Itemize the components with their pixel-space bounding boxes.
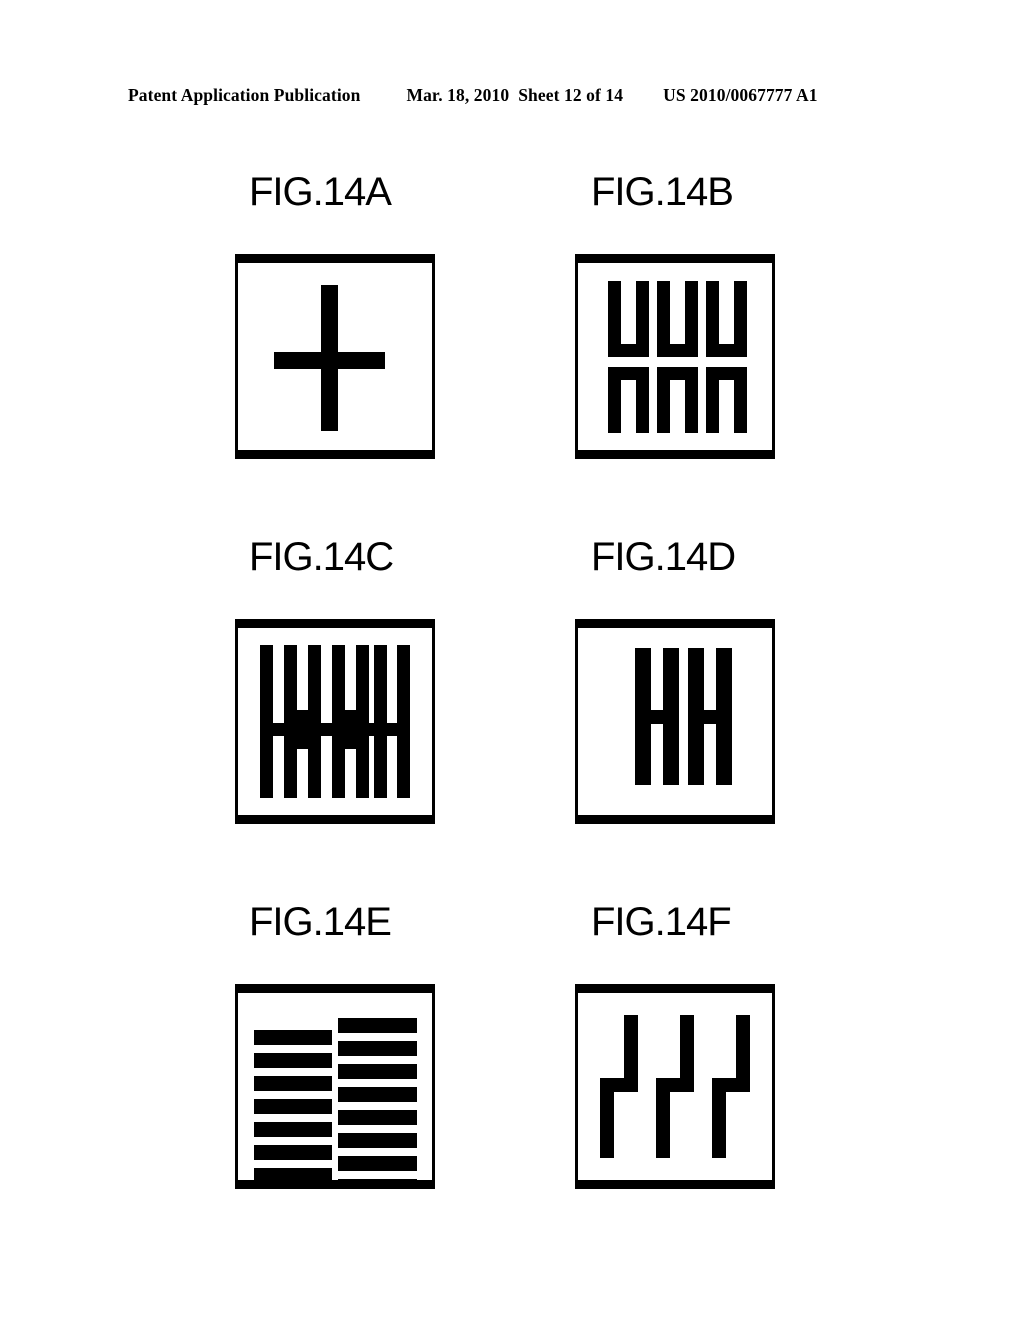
figure-14d-label: FIG.14D — [591, 535, 736, 579]
figure-14f: FIG.14F — [575, 900, 815, 1189]
figure-14f-frame — [575, 984, 775, 1189]
figure-14e-pattern — [238, 993, 432, 1180]
figure-14a: FIG.14A — [235, 170, 475, 459]
figure-14c-frame — [235, 619, 435, 824]
figure-14e: FIG.14E — [235, 900, 475, 1189]
figure-14b-frame — [575, 254, 775, 459]
figure-14c: FIG.14C — [235, 535, 475, 824]
figure-14d-frame — [575, 619, 775, 824]
figure-14a-frame — [235, 254, 435, 459]
figure-14b-pattern — [578, 263, 772, 450]
figure-14c-pattern — [238, 628, 432, 815]
header-sheet-number: Sheet 12 of 14 — [518, 85, 624, 105]
figure-14a-label: FIG.14A — [249, 170, 392, 214]
header-date: Mar. 18, 2010 — [406, 85, 510, 105]
figure-14f-pattern — [578, 993, 772, 1180]
header-publication-label: Patent Application Publication — [128, 85, 361, 105]
figure-14d-pattern — [578, 628, 772, 815]
figure-14e-label: FIG.14E — [249, 900, 392, 944]
figure-14e-frame — [235, 984, 435, 1189]
figure-14b: FIG.14B — [575, 170, 815, 459]
figure-14c-label: FIG.14C — [249, 535, 394, 579]
figure-14b-label: FIG.14B — [591, 170, 734, 214]
figure-14a-pattern — [238, 263, 432, 450]
header-publication-number: US 2010/0067777 A1 — [663, 85, 818, 105]
page-header: Patent Application Publication Mar. 18, … — [128, 85, 896, 111]
figure-14d: FIG.14D — [575, 535, 815, 824]
figure-grid: FIG.14A FIG.14B FIG.14C FIG.14D FIG.14E … — [0, 170, 1024, 1240]
figure-14f-label: FIG.14F — [591, 900, 732, 944]
